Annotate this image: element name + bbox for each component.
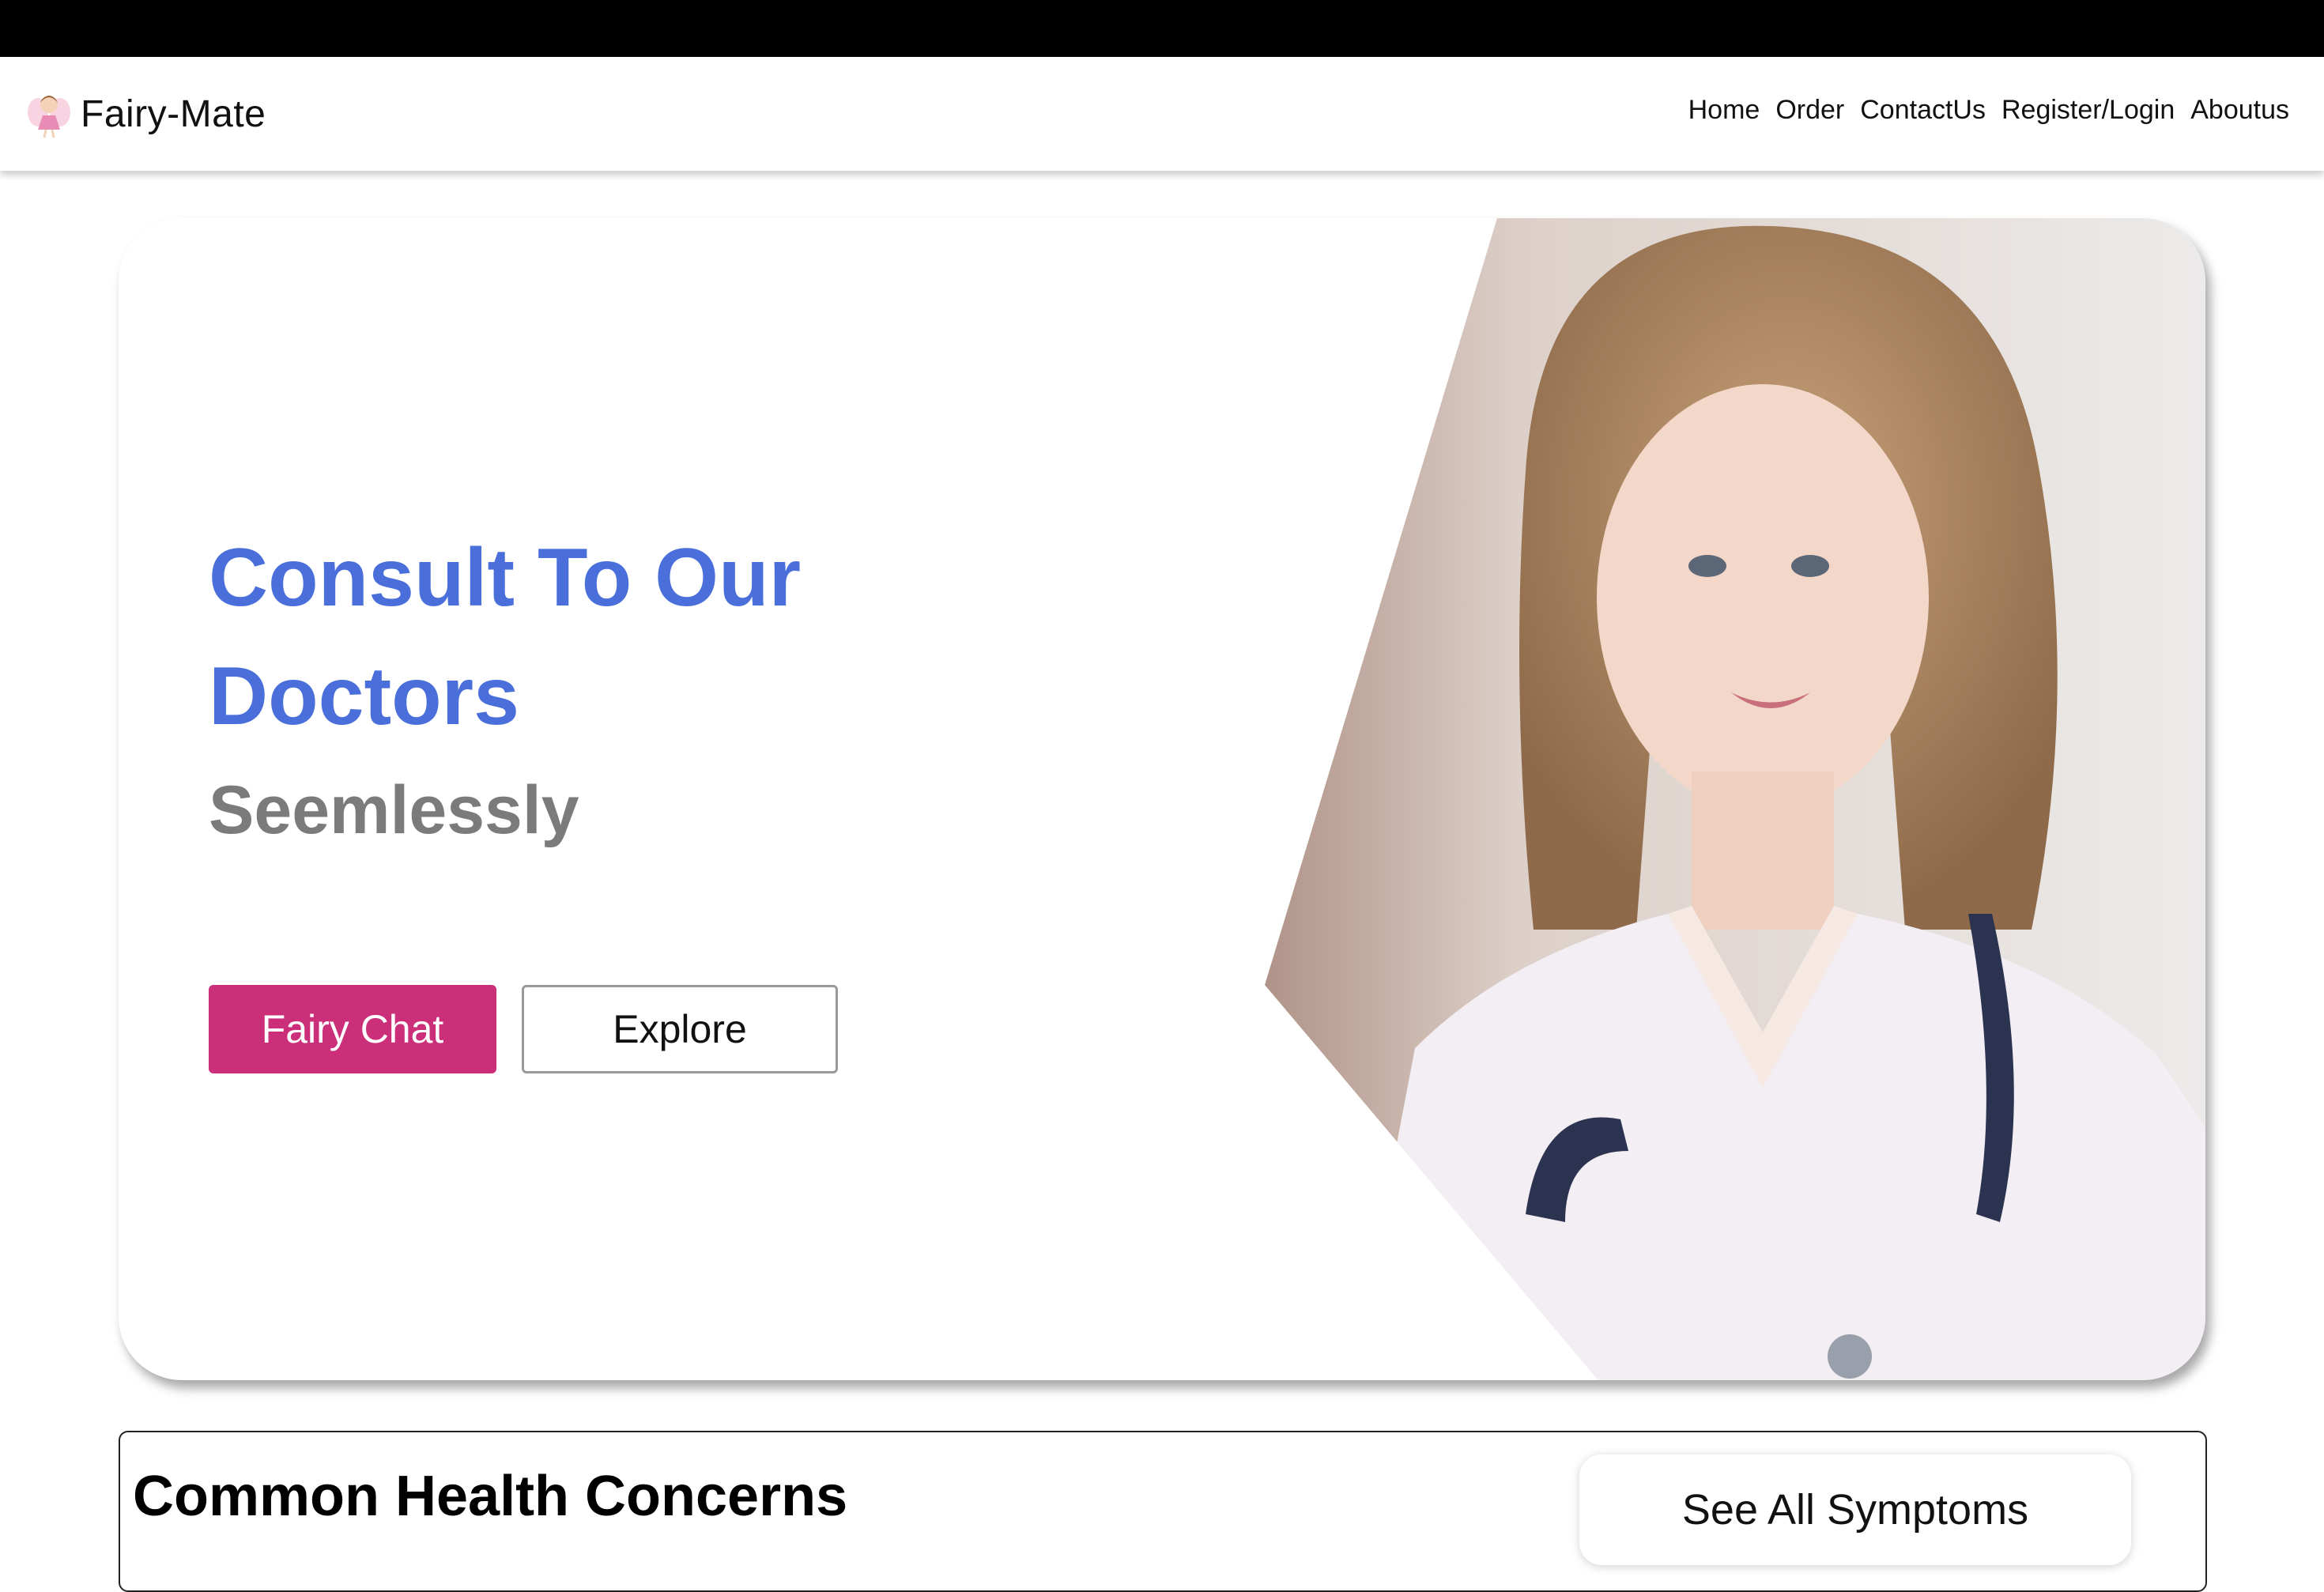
- concerns-title: Common Health Concerns: [133, 1465, 848, 1528]
- top-black-bar: [0, 0, 2324, 57]
- brand-name: Fairy-Mate: [81, 92, 266, 135]
- nav-order[interactable]: Order: [1775, 95, 1844, 126]
- fairy-chat-button[interactable]: Fairy Chat: [209, 985, 496, 1073]
- fairy-icon: [28, 96, 70, 138]
- nav-contactus[interactable]: ContactUs: [1860, 95, 1986, 126]
- navbar: Fairy-Mate Home Order ContactUs Register…: [0, 57, 2324, 171]
- nav-links: Home Order ContactUs Register/Login Abou…: [1688, 95, 2289, 126]
- hero-subtitle: Seemlessly: [209, 772, 579, 848]
- see-all-symptoms-button[interactable]: See All Symptoms: [1579, 1454, 2131, 1565]
- hero-card: Consult To Our Doctors Seemlessly Fairy …: [119, 218, 2205, 1380]
- health-concerns-section: Common Health Concerns See All Symptoms: [119, 1431, 2207, 1592]
- nav-home[interactable]: Home: [1688, 95, 1760, 126]
- nav-aboutus[interactable]: Aboutus: [2190, 95, 2289, 126]
- explore-button[interactable]: Explore: [522, 985, 838, 1073]
- brand[interactable]: Fairy-Mate: [25, 89, 266, 139]
- nav-register-login[interactable]: Register/Login: [2001, 95, 2175, 126]
- hero-title: Consult To Our Doctors: [209, 532, 802, 742]
